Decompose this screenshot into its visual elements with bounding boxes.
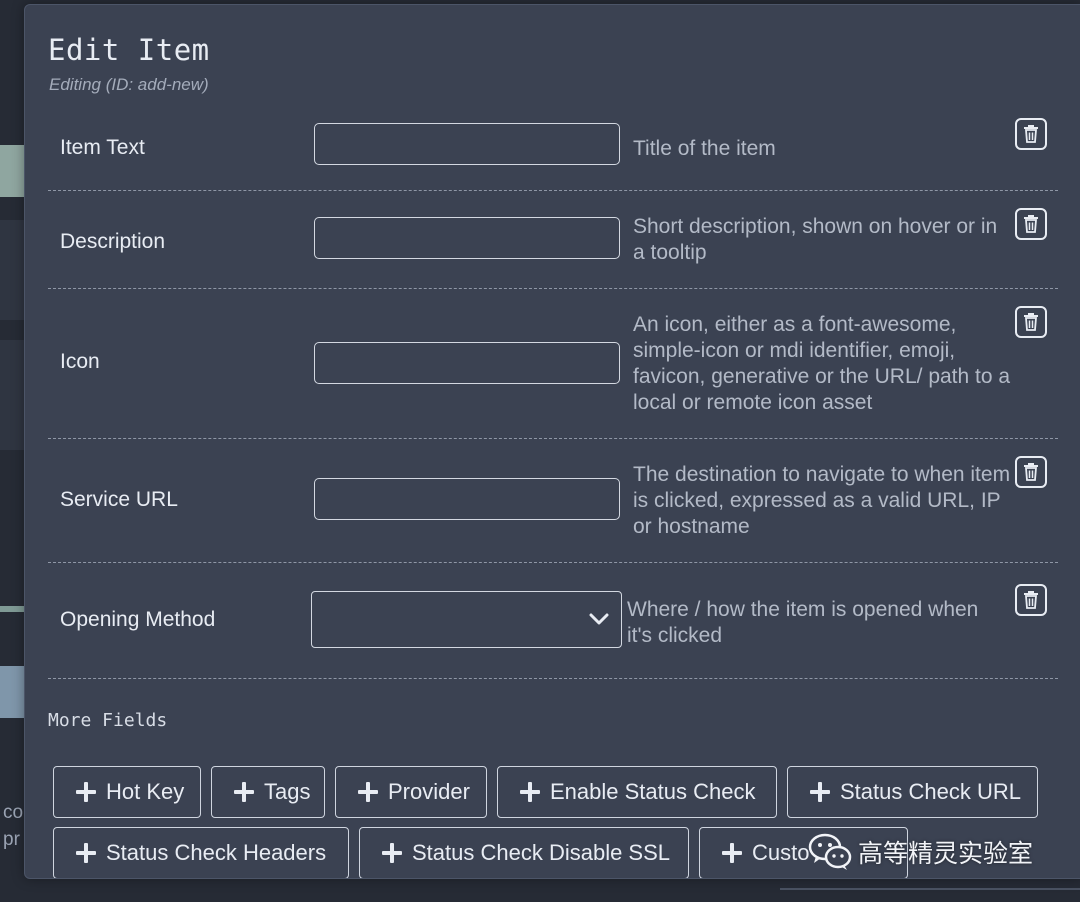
add-hot-key-button[interactable]: Hot Key [53, 766, 201, 818]
button-label: Status Check Disable SSL [412, 840, 671, 865]
field-row-description: Description Short description, shown on … [48, 190, 1058, 289]
field-row-item-text: Item Text Title of the item [48, 110, 1058, 191]
remove-field-button[interactable] [1015, 306, 1047, 338]
modal-subtitle: Editing (ID: add-new) [49, 75, 209, 94]
field-row-service-url: Service URL The destination to navigate … [48, 438, 1058, 563]
remove-field-button[interactable] [1015, 208, 1047, 240]
add-status-check-url-button[interactable]: Status Check URL [787, 766, 1038, 818]
button-label: Status Check URL [840, 779, 1021, 804]
remove-field-button[interactable] [1015, 118, 1047, 150]
background-bar [0, 606, 26, 612]
button-label: Custo [752, 840, 810, 865]
plus-icon [76, 782, 96, 802]
field-help-text: An icon, either as a font-awesome, simpl… [633, 313, 1011, 414]
button-label: Tags [264, 779, 311, 804]
remove-field-button[interactable] [1015, 456, 1047, 488]
field-row-opening-method: Opening Method Where / how the item is o… [48, 562, 1058, 679]
edit-item-modal: Edit Item Editing (ID: add-new) Item Tex… [24, 4, 1080, 879]
background-text: pr [3, 829, 20, 850]
service-url-input[interactable] [314, 478, 620, 520]
plus-icon [382, 843, 402, 863]
background-text: co [3, 802, 24, 823]
wechat-icon [808, 833, 852, 870]
add-status-check-headers-button[interactable]: Status Check Headers [53, 827, 349, 878]
field-label: Opening Method [60, 608, 216, 631]
add-status-check-disable-ssl-button[interactable]: Status Check Disable SSL [359, 827, 689, 878]
button-label: Enable Status Check [550, 779, 756, 804]
field-label: Service URL [60, 488, 178, 511]
more-fields-heading: More Fields [48, 710, 168, 731]
add-enable-status-check-button[interactable]: Enable Status Check [497, 766, 777, 818]
plus-icon [234, 782, 254, 802]
trash-icon [1024, 313, 1038, 331]
background-card [0, 340, 26, 450]
trash-icon [1024, 125, 1038, 143]
background-card [0, 220, 26, 320]
add-tags-button[interactable]: Tags [211, 766, 325, 818]
watermark-text: 高等精灵实验室 [858, 840, 1034, 868]
description-input[interactable] [314, 217, 620, 259]
plus-icon [76, 843, 96, 863]
button-label: Provider [388, 779, 470, 804]
background-divider [780, 888, 1080, 890]
trash-icon [1024, 215, 1038, 233]
trash-icon [1024, 463, 1038, 481]
add-provider-button[interactable]: Provider [335, 766, 487, 818]
item-text-input[interactable] [314, 123, 620, 165]
field-help-text: Title of the item [633, 137, 776, 160]
plus-icon [722, 843, 742, 863]
button-label: Hot Key [106, 779, 185, 804]
field-row-icon: Icon An icon, either as a font-awesome, … [48, 288, 1058, 439]
remove-field-button[interactable] [1015, 584, 1047, 616]
modal-title: Edit Item [48, 33, 210, 67]
field-help-text: The destination to navigate to when item… [633, 463, 1011, 538]
background-tile [0, 145, 26, 197]
plus-icon [358, 782, 378, 802]
field-help-text: Short description, shown on hover or in … [633, 215, 998, 264]
watermark: 高等精灵实验室 [808, 832, 1033, 872]
chevron-down-icon [589, 613, 609, 625]
background-tile [0, 666, 26, 718]
field-help-text: Where / how the item is opened when it's… [627, 598, 979, 647]
plus-icon [810, 782, 830, 802]
trash-icon [1024, 591, 1038, 609]
button-label: Status Check Headers [106, 840, 327, 865]
icon-input[interactable] [314, 342, 620, 384]
background-page: co pr [0, 0, 26, 902]
field-label: Icon [60, 350, 100, 373]
opening-method-select[interactable] [311, 591, 622, 648]
plus-icon [520, 782, 540, 802]
field-label: Item Text [60, 136, 145, 159]
field-label: Description [60, 230, 166, 253]
